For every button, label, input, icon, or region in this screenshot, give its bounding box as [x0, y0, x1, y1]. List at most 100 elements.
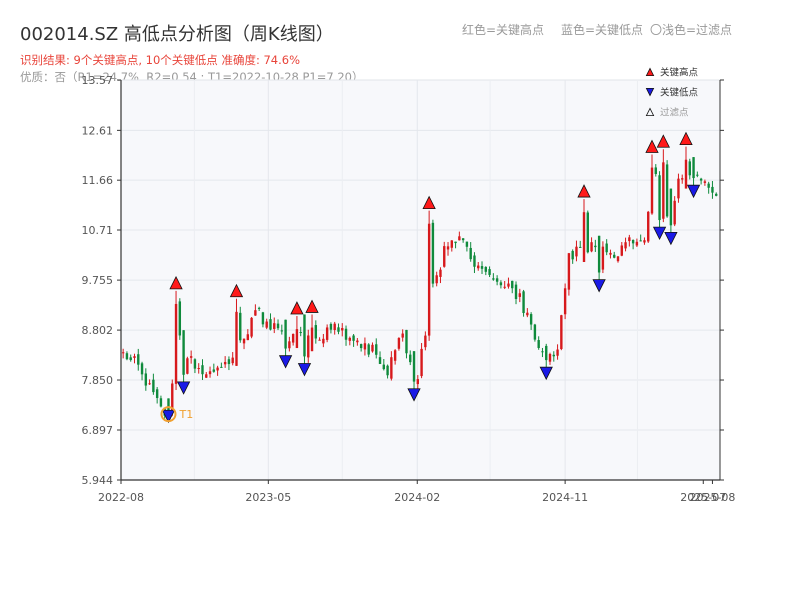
y-tick-label: 8.802 — [82, 324, 114, 337]
candle-body — [529, 314, 533, 325]
y-tick-label: 9.755 — [82, 274, 114, 287]
candle-body — [684, 159, 688, 189]
candle-body — [382, 364, 386, 370]
candle-body — [590, 242, 593, 252]
candle-body — [216, 367, 219, 371]
candle-body — [594, 245, 597, 248]
candle-body — [212, 369, 216, 372]
candle-body — [397, 338, 401, 349]
candle-body — [616, 256, 620, 262]
candle-body — [613, 254, 616, 258]
candle-body — [416, 379, 420, 385]
candle-body — [197, 368, 200, 370]
candle-body — [552, 354, 555, 357]
candle-body — [133, 356, 136, 358]
candle-body — [450, 240, 453, 248]
candle-body — [337, 327, 340, 332]
candle-body — [473, 255, 476, 267]
candle-body — [322, 338, 325, 344]
candle-body — [439, 269, 442, 277]
candle-body — [477, 265, 480, 269]
candle-body — [276, 323, 280, 329]
candle-body — [227, 359, 231, 365]
candle-body — [548, 354, 552, 362]
candle-body — [242, 338, 246, 344]
candle-body — [231, 357, 234, 364]
candle-body — [620, 245, 623, 256]
candle-body — [514, 284, 518, 300]
candle-body — [601, 246, 605, 270]
candle-body — [673, 200, 676, 225]
candle-body — [348, 337, 352, 341]
x-tick-label: 2022-08 — [98, 491, 144, 504]
candle-body — [699, 178, 703, 181]
candle-body — [533, 324, 537, 340]
candle-body — [431, 222, 435, 284]
candle-body — [560, 315, 563, 350]
candle-body — [375, 344, 378, 355]
candle-body — [571, 250, 574, 260]
candle-body — [363, 343, 367, 350]
candle-body — [261, 312, 265, 325]
candle-body — [386, 365, 389, 376]
candle-body — [137, 354, 140, 365]
candle-body — [246, 334, 250, 341]
candle-body — [715, 193, 718, 196]
candle-body — [609, 252, 612, 255]
candle-body — [269, 319, 272, 330]
candle-body — [639, 240, 642, 242]
candle-body — [647, 211, 650, 242]
candle-body — [250, 317, 253, 337]
candle-body — [393, 350, 397, 361]
candle-body — [401, 333, 404, 338]
candle-body — [662, 162, 665, 219]
candle-body — [125, 353, 129, 360]
candle-body — [193, 359, 197, 369]
candle-body — [522, 291, 525, 314]
candle-body — [586, 212, 589, 253]
candle-body — [223, 361, 227, 365]
candle-body — [174, 303, 178, 384]
candle-body — [352, 335, 355, 341]
candle-body — [556, 349, 559, 356]
candle-body — [492, 278, 495, 280]
candle-body — [344, 328, 348, 340]
candle-body — [605, 243, 608, 253]
candle-body — [220, 366, 223, 368]
candle-body — [356, 340, 359, 343]
candle-body — [201, 365, 204, 375]
candle-body — [469, 247, 472, 260]
candle-body — [310, 327, 314, 352]
candle-body — [658, 175, 661, 221]
candle-body — [299, 332, 302, 334]
candle-body — [129, 357, 132, 361]
candle-body — [579, 246, 582, 248]
candle-body — [148, 383, 151, 385]
candle-body — [155, 389, 159, 399]
candle-body — [696, 174, 699, 176]
candle-body — [288, 341, 291, 349]
candle-body — [412, 351, 416, 382]
legend-filtered-label: 过滤点 — [660, 107, 689, 119]
candle-body — [318, 339, 321, 341]
candle-body — [624, 242, 627, 249]
x-tick-label: 2024-02 — [394, 491, 440, 504]
x-tick-label: 2025-08 — [689, 491, 735, 504]
kline-chart: T1 5.944 6.897 7.850 8.802 9.755 10.71 11.66 12… — [82, 67, 736, 505]
candle-body — [443, 246, 446, 267]
candle-body — [688, 161, 691, 176]
candle-body — [178, 301, 182, 336]
candle-body — [314, 325, 318, 339]
candle-body — [329, 323, 333, 330]
x-tick-label: 2023-05 — [245, 491, 291, 504]
candle-body — [186, 358, 189, 374]
candle-body — [446, 246, 450, 250]
candle-body — [537, 340, 540, 348]
candle-body — [669, 188, 673, 226]
y-tick-label: 12.61 — [82, 124, 114, 137]
candle-body — [405, 329, 408, 354]
y-tick-label: 5.944 — [82, 474, 114, 487]
candle-body — [341, 328, 344, 331]
candle-body — [254, 310, 257, 316]
candle-body — [208, 371, 212, 375]
